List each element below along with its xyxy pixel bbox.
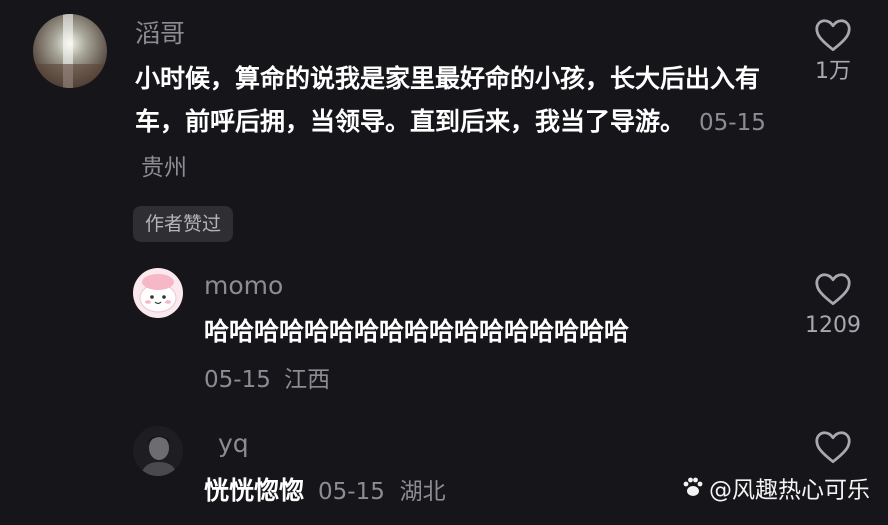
comment-text: 哈哈哈哈哈哈哈哈哈哈哈哈哈哈哈哈哈 <box>204 310 764 353</box>
like-button[interactable]: 1万 <box>798 18 868 86</box>
comment-location: 湖北 <box>399 479 446 505</box>
avatar[interactable] <box>133 426 183 476</box>
comment-date: 05-15 <box>699 110 766 136</box>
comment-username[interactable]: momo <box>204 270 283 302</box>
comment-meta: 05-15 江西 <box>204 365 330 395</box>
like-count: 1209 <box>805 313 861 338</box>
author-liked-badge: 作者赞过 <box>133 206 234 242</box>
comment-body: 小时候，算命的说我是家里最好命的小孩，长大后出入有车，前呼后拥，当领导。直到后来… <box>135 64 761 136</box>
heart-icon <box>815 273 851 306</box>
cartoon-avatar-icon <box>133 268 183 318</box>
heart-icon <box>815 431 851 464</box>
comment-body: 恍恍惚惚 <box>204 476 305 505</box>
comment-username[interactable]: 滔哥 <box>135 18 185 50</box>
portrait-avatar-icon <box>133 426 183 476</box>
comment-username[interactable]: yq <box>218 428 249 460</box>
watermark-text: @风趣热心可乐 <box>709 477 870 504</box>
paw-icon <box>681 475 705 507</box>
avatar[interactable] <box>33 14 107 88</box>
comment-text: 小时候，算命的说我是家里最好命的小孩，长大后出入有车，前呼后拥，当领导。直到后来… <box>135 57 775 190</box>
like-button[interactable] <box>798 430 868 464</box>
photo-avatar-icon <box>33 14 107 88</box>
watermark: @风趣热心可乐 <box>681 475 870 507</box>
comment-body: 哈哈哈哈哈哈哈哈哈哈哈哈哈哈哈哈哈 <box>204 317 630 346</box>
avatar[interactable] <box>133 268 183 318</box>
comment-location: 江西 <box>284 367 331 393</box>
comment-location: 贵州 <box>141 155 187 181</box>
like-count: 1万 <box>815 59 851 84</box>
like-button[interactable]: 1209 <box>798 272 868 340</box>
heart-icon <box>815 19 851 52</box>
comment-date: 05-15 <box>318 479 385 505</box>
comment-text: 恍恍惚惚 05-15 湖北 <box>204 469 446 514</box>
comment-date: 05-15 <box>204 367 271 393</box>
